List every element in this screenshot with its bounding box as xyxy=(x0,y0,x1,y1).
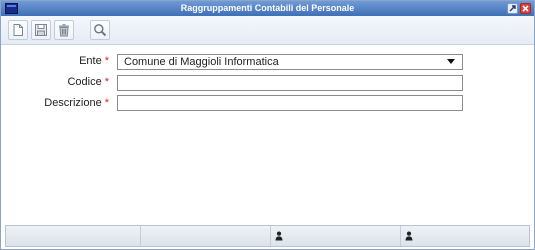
ente-label: Ente * xyxy=(79,55,109,67)
chevron-down-icon xyxy=(447,59,455,64)
ente-select[interactable]: Comune di Maggioli Informatica xyxy=(117,54,463,70)
save-icon xyxy=(35,24,47,36)
status-bar xyxy=(5,225,530,247)
required-marker: * xyxy=(104,55,109,67)
status-segment xyxy=(270,226,401,246)
form-area: Ente * Comune di Maggioli Informatica Cod… xyxy=(1,45,534,225)
required-marker: * xyxy=(104,76,109,88)
required-marker: * xyxy=(104,97,109,109)
new-button[interactable] xyxy=(8,20,28,40)
maximize-button[interactable] xyxy=(507,3,518,14)
codice-field[interactable] xyxy=(117,75,463,91)
save-button[interactable] xyxy=(31,20,51,40)
delete-button[interactable] xyxy=(54,20,74,40)
trash-icon xyxy=(59,24,69,37)
search-button[interactable] xyxy=(90,20,110,40)
close-icon xyxy=(522,5,529,12)
status-segment xyxy=(6,226,141,246)
new-document-icon xyxy=(13,24,23,36)
search-icon xyxy=(94,24,107,37)
status-segment xyxy=(140,226,271,246)
dialog-window: Raggruppamenti Contabili del Personale E… xyxy=(0,0,535,250)
close-button[interactable] xyxy=(520,3,531,14)
maximize-icon xyxy=(509,5,516,12)
toolbar xyxy=(1,16,534,45)
title-bar[interactable]: Raggruppamenti Contabili del Personale xyxy=(1,1,534,16)
descrizione-field[interactable] xyxy=(117,95,463,111)
user-icon xyxy=(405,231,413,241)
descrizione-label: Descrizione * xyxy=(44,97,109,109)
ente-selected-value: Comune di Maggioli Informatica xyxy=(124,56,279,68)
codice-label: Codice * xyxy=(67,76,109,88)
window-title: Raggruppamenti Contabili del Personale xyxy=(180,3,355,13)
